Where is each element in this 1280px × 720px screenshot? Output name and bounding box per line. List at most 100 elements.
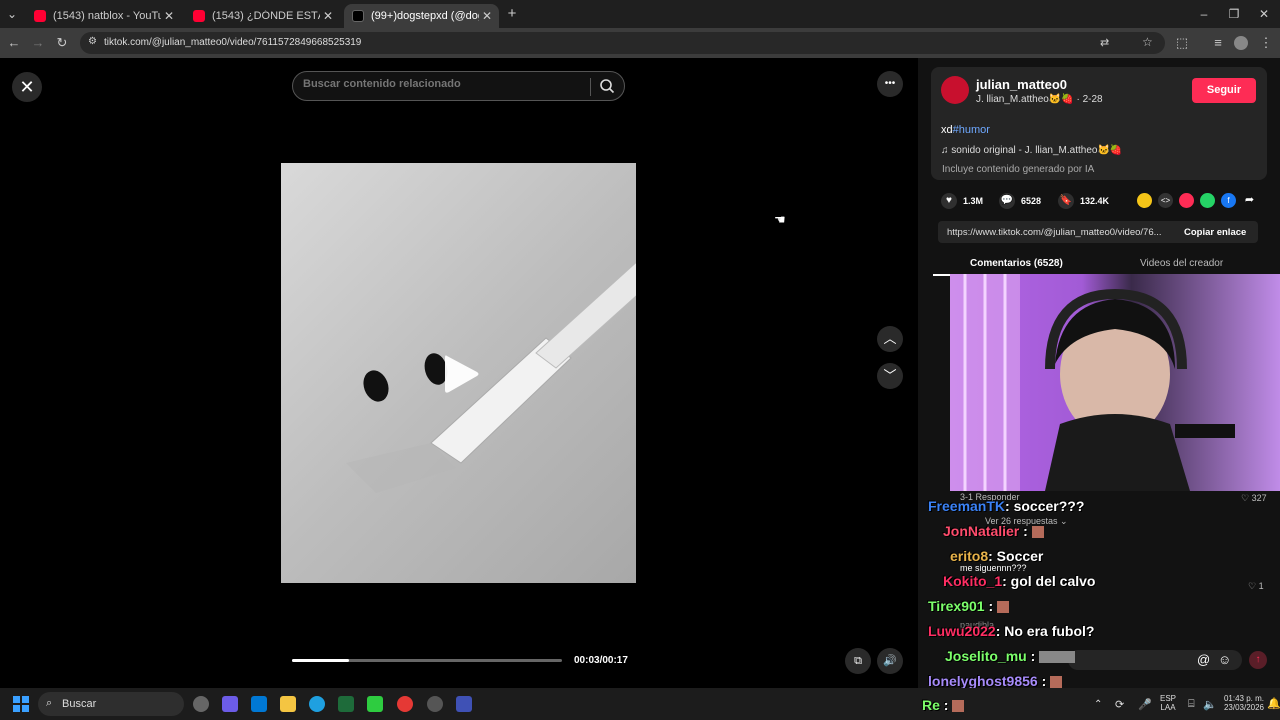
app-icon-2[interactable]	[456, 696, 472, 712]
minimize-icon[interactable]: –	[1196, 6, 1212, 22]
network-icon[interactable]: ⌸	[1188, 698, 1195, 711]
chat-user: Tirex901	[928, 598, 985, 614]
app-icon[interactable]	[427, 696, 443, 712]
address-bar[interactable]: ⚙ tiktok.com/@julian_matteo0/video/76115…	[80, 32, 1165, 54]
notifications-bell-icon[interactable]: 🔔	[1267, 697, 1280, 710]
sound-link[interactable]: ♫ sonido original - J. llian_M.attheo🐱🍓	[941, 145, 1122, 156]
tray-chevron-up-icon[interactable]: ⌃	[1094, 699, 1102, 710]
ai-content-note: Incluye contenido generado por IA	[942, 164, 1095, 175]
file-explorer-icon[interactable]	[280, 696, 296, 712]
comment-input-field[interactable]	[1068, 650, 1242, 670]
site-info-icon[interactable]: ⚙	[88, 36, 97, 47]
repost-icon[interactable]	[1137, 193, 1152, 208]
creator-avatar[interactable]	[941, 76, 969, 104]
taskbar-search[interactable]: ⌕ Buscar	[38, 692, 184, 716]
reply-like-icon[interactable]: ♡ 1	[1248, 581, 1264, 592]
search-icon[interactable]	[599, 78, 615, 94]
volume-icon[interactable]: 🔊	[877, 648, 903, 674]
edge-icon[interactable]	[309, 696, 325, 712]
close-tab-icon[interactable]: ✕	[479, 9, 495, 23]
video-progress-bar[interactable]	[292, 659, 562, 662]
close-viewer-button[interactable]: ✕	[12, 72, 42, 102]
maximize-icon[interactable]: ❐	[1226, 6, 1242, 22]
windows-start-icon[interactable]	[13, 696, 29, 712]
hashtag-link[interactable]: #humor	[953, 124, 990, 136]
comment-button[interactable]: 💬 6528	[999, 193, 1041, 209]
like-button[interactable]: ♥ 1.3M	[941, 193, 983, 209]
webcam-feed	[950, 274, 1235, 491]
close-tab-icon[interactable]: ✕	[320, 9, 336, 23]
clock[interactable]: 01:43 p. m. 23/03/2026	[1222, 694, 1266, 712]
play-icon[interactable]	[441, 352, 481, 396]
chat-user: Luwu2022	[928, 623, 996, 639]
chat-message: Luwu2022: No era fubol?	[928, 623, 1094, 639]
chat-text: :	[943, 697, 949, 713]
comment-like-count: 327	[1251, 493, 1267, 503]
back-icon[interactable]: ←	[6, 35, 22, 51]
tab-tiktok[interactable]: (99+)dogstepxd (@dogstepxd) ✕	[344, 4, 499, 28]
mention-icon[interactable]: @	[1197, 652, 1210, 667]
profile-avatar[interactable]	[1234, 36, 1248, 50]
copilot-icon[interactable]	[222, 696, 238, 712]
tab-search-chevron-icon[interactable]: ⌄	[4, 6, 20, 22]
creator-nickname: J. llian_M.attheo🐱🍓 · 2-28	[976, 94, 1103, 105]
reload-icon[interactable]: ↻	[54, 35, 70, 51]
reading-list-icon[interactable]: ≡	[1210, 35, 1226, 51]
microphone-icon[interactable]: 🎤	[1138, 698, 1152, 711]
chrome-icon[interactable]	[397, 696, 413, 712]
comment-like-icon[interactable]: ♡ 327	[1241, 493, 1267, 504]
chat-text: : gol del calvo	[1002, 573, 1096, 589]
close-window-icon[interactable]: ✕	[1256, 6, 1272, 22]
translate-icon[interactable]: ⇄	[1100, 36, 1109, 49]
chat-message: lonelyghost9856 :	[928, 673, 1063, 689]
chat-message: Tirex901 :	[928, 598, 1010, 614]
facebook-icon[interactable]: f	[1221, 193, 1236, 208]
creator-username[interactable]: julian_matteo0	[976, 77, 1067, 92]
post-comment-arrow-icon[interactable]: ↑	[1249, 651, 1267, 669]
save-button[interactable]: 🔖 132.4K	[1058, 193, 1109, 209]
extensions-icon[interactable]: ⬚	[1174, 35, 1190, 51]
emoji-icon[interactable]: ☺	[1218, 652, 1231, 667]
like-count: 1.3M	[963, 196, 984, 206]
follow-button[interactable]: Seguir	[1192, 78, 1256, 103]
next-video-chevron-down-icon[interactable]: ﹀	[877, 363, 903, 389]
heart-icon: ♥	[941, 193, 957, 209]
related-search-input[interactable]	[303, 78, 583, 90]
emote-icon	[1039, 651, 1076, 664]
forward-icon[interactable]: →	[30, 35, 46, 51]
speaker-icon[interactable]: 🔈	[1203, 698, 1217, 711]
emote-icon	[952, 700, 965, 713]
embed-icon[interactable]: <>	[1158, 193, 1173, 208]
chat-message: Joselito_mu :	[945, 648, 1076, 664]
tab-creator-videos[interactable]: Videos del creador	[1140, 258, 1223, 269]
chat-message: erito8: Soccer	[950, 548, 1043, 564]
send-to-friends-icon[interactable]	[1179, 193, 1194, 208]
kick-icon[interactable]	[367, 696, 383, 712]
share-link-box: https://www.tiktok.com/@julian_matteo0/v…	[938, 221, 1258, 243]
clock-time: 01:43 p. m.	[1223, 694, 1265, 703]
chat-text: :	[1023, 523, 1028, 539]
reply-like-count: 1	[1258, 581, 1264, 591]
more-options-button[interactable]: •••	[877, 71, 903, 97]
copy-link-button[interactable]: Copiar enlace	[1184, 227, 1246, 238]
search-divider	[590, 78, 591, 96]
tab-comments[interactable]: Comentarios (6528)	[970, 258, 1063, 269]
share-arrow-icon[interactable]: ➦	[1242, 193, 1257, 208]
language-indicator[interactable]: ESP LAA	[1160, 694, 1176, 712]
tab-youtube-piel[interactable]: (1543) ¿DÓNDE ESTÁ MI PIEL? | ✕	[185, 4, 340, 28]
chat-user: lonelyghost9856	[928, 673, 1038, 689]
tab-youtube-natblox[interactable]: (1543) natblox - YouTube ✕	[26, 4, 181, 28]
close-tab-icon[interactable]: ✕	[161, 9, 177, 23]
menu-dots-icon[interactable]: ⋮	[1258, 35, 1274, 51]
widgets-icon[interactable]	[193, 696, 209, 712]
floating-player-icon[interactable]: ⧉	[845, 648, 871, 674]
whatsapp-icon[interactable]	[1200, 193, 1215, 208]
excel-icon[interactable]	[338, 696, 354, 712]
related-search-box[interactable]	[292, 71, 625, 101]
previous-video-chevron-up-icon[interactable]: ︿	[877, 326, 903, 352]
store-icon[interactable]	[251, 696, 267, 712]
emote-icon	[997, 601, 1010, 614]
tray-app-icon[interactable]: ⟳	[1115, 698, 1124, 711]
bookmark-star-icon[interactable]: ☆	[1142, 35, 1153, 49]
new-tab-button[interactable]: +	[504, 6, 520, 22]
